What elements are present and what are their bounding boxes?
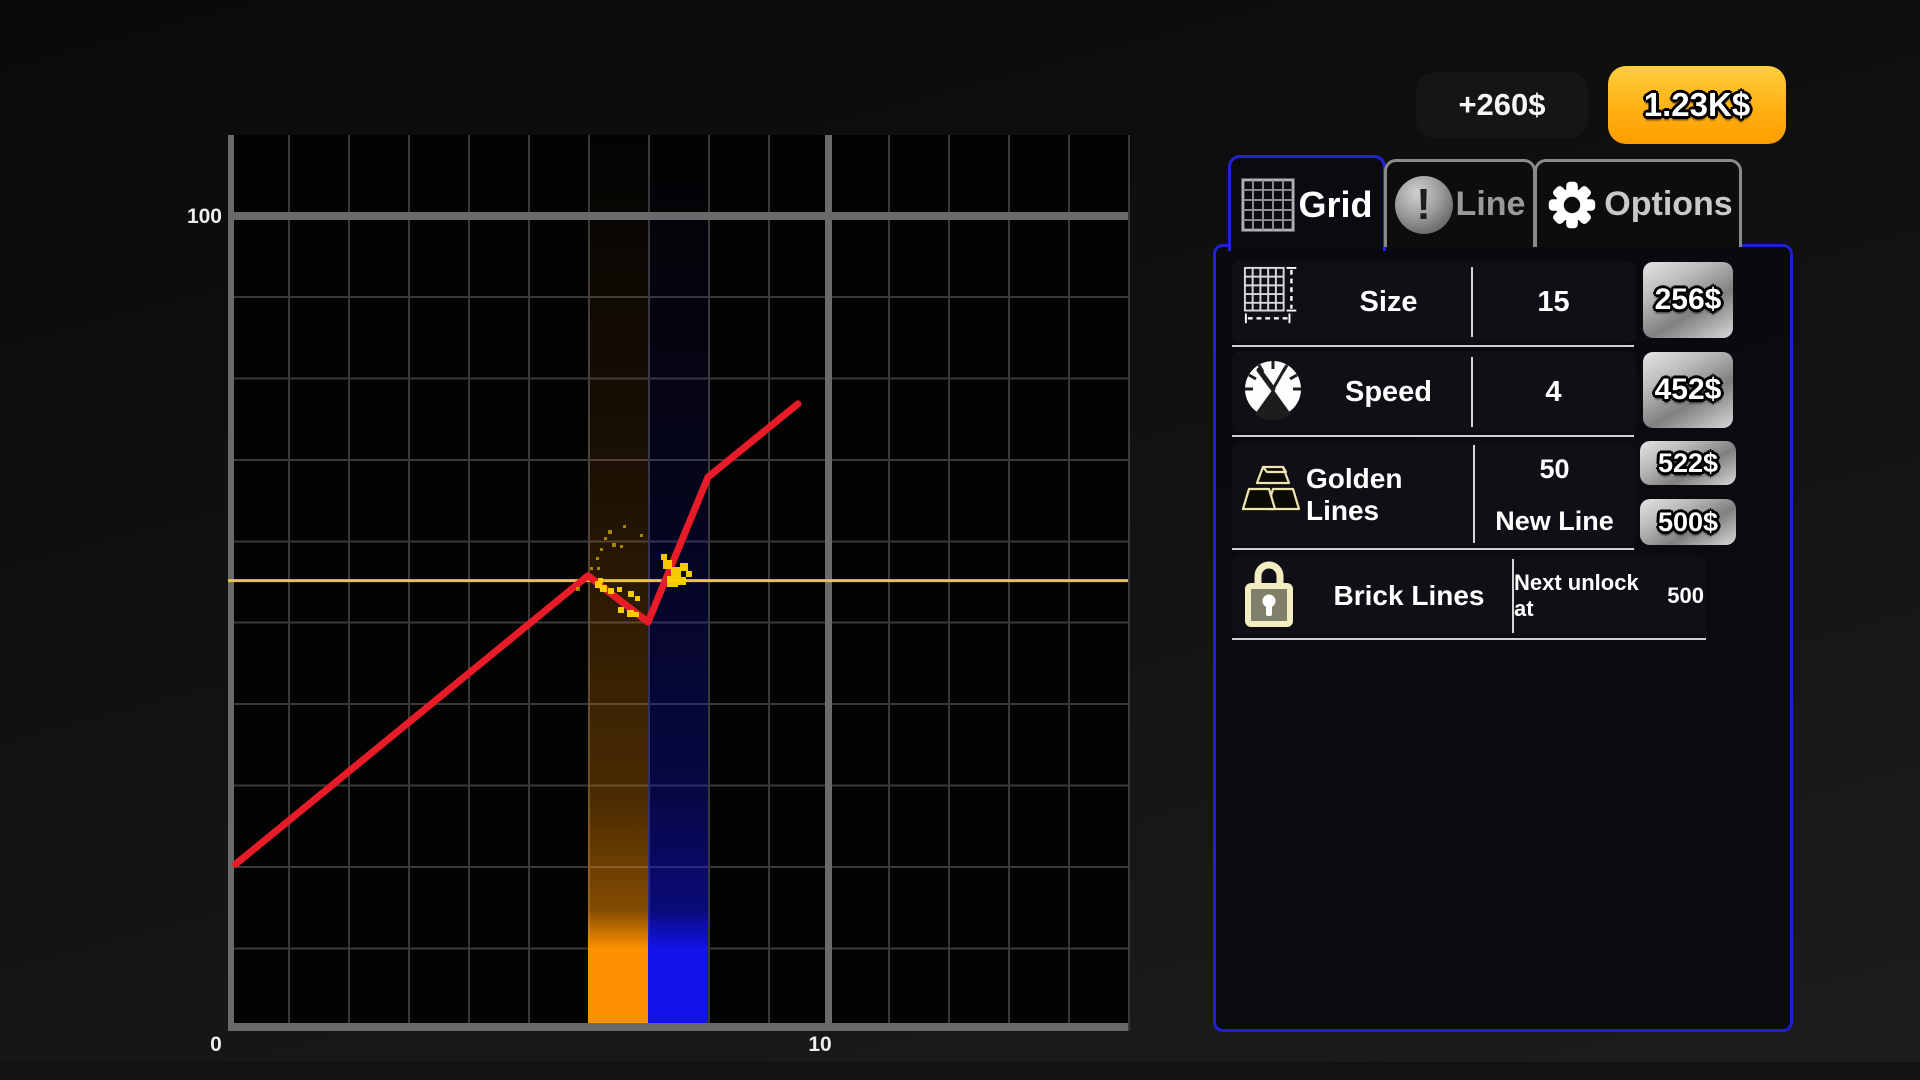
gold-pixel — [617, 587, 622, 592]
gold-pixel — [628, 591, 634, 597]
gold-pixel — [671, 567, 681, 577]
size-label: Size — [1306, 261, 1471, 343]
gold-pixel — [600, 585, 607, 592]
gold-pixel — [608, 530, 612, 534]
gold-pixel — [597, 567, 600, 570]
speedometer-icon — [1241, 356, 1305, 420]
gold-pixel — [600, 548, 603, 551]
golden-lines-buy-button[interactable]: 522$ — [1640, 441, 1736, 485]
gold-pixel — [596, 557, 599, 560]
size-value: 15 — [1473, 261, 1634, 343]
grid-icon — [1241, 178, 1295, 232]
gold-pixel — [627, 610, 634, 617]
gold-bars-icon — [1241, 463, 1305, 515]
gold-pixel — [686, 571, 692, 577]
tab-options[interactable]: Options — [1534, 159, 1742, 247]
golden-lines-count: 50 — [1475, 445, 1634, 493]
row-separator — [1232, 548, 1634, 550]
gold-pixel — [661, 554, 667, 560]
gold-pixel — [576, 587, 580, 591]
gold-pixel — [618, 607, 624, 613]
bottom-strip — [0, 1062, 1920, 1080]
brick-lines-label: Brick Lines — [1306, 556, 1512, 636]
unlock-value: 500 — [1667, 583, 1704, 609]
gold-pixel — [635, 596, 640, 601]
gold-pixel — [680, 563, 688, 571]
size-buy-price: 256$ — [1655, 283, 1722, 317]
game-screen: +260$ 1.23K$ Grid ! Line Options — [0, 0, 1920, 1080]
gold-pixel — [667, 576, 678, 587]
price-line — [236, 404, 798, 864]
speed-buy-button[interactable]: 452$ — [1643, 352, 1733, 428]
gold-pixel — [608, 588, 614, 594]
unlock-text: Next unlock at — [1514, 570, 1653, 622]
tab-grid-label: Grid — [1298, 184, 1372, 226]
golden-lines-label: Golden Lines — [1306, 443, 1473, 546]
lock-icon — [1241, 554, 1297, 630]
speed-label: Speed — [1306, 351, 1471, 433]
tab-grid[interactable]: Grid — [1228, 155, 1386, 251]
axis-tick-label: 100 — [187, 205, 222, 229]
row-separator — [1232, 638, 1706, 640]
gold-pixel — [590, 567, 593, 570]
axis-tick-label: 10 — [808, 1033, 831, 1057]
new-line-buy-button[interactable]: 500$ — [1640, 499, 1736, 545]
plot-layer — [228, 135, 1128, 1031]
income-button[interactable]: +260$ — [1416, 72, 1588, 138]
upgrade-panel: Size 15 256$ Speed 4 452$ — [1213, 244, 1793, 1032]
gold-pixel — [620, 545, 623, 548]
tab-line[interactable]: ! Line — [1384, 159, 1536, 247]
new-line-label: New Line — [1475, 497, 1634, 545]
gold-pixel — [640, 534, 643, 537]
gear-icon — [1543, 176, 1601, 234]
row-separator — [1232, 435, 1634, 437]
size-buy-button[interactable]: 256$ — [1643, 262, 1733, 338]
gold-pixel — [604, 537, 607, 540]
gold-pixel — [598, 578, 603, 583]
gold-pixel — [634, 612, 639, 617]
balance-label: 1.23K$ — [1644, 86, 1750, 124]
gold-pixel — [663, 560, 672, 569]
row-separator — [1232, 345, 1634, 347]
tab-options-label: Options — [1604, 185, 1732, 224]
exclamation-icon: ! — [1395, 176, 1453, 234]
gold-pixel — [678, 577, 686, 585]
gold-pixel — [612, 543, 616, 547]
new-line-buy-price: 500$ — [1658, 507, 1718, 538]
size-icon — [1242, 265, 1304, 327]
tab-line-label: Line — [1456, 185, 1526, 224]
speed-value: 4 — [1473, 351, 1634, 433]
brick-lines-status: Next unlock at 500 — [1514, 556, 1704, 636]
axis-tick-label: 0 — [210, 1033, 222, 1057]
graph-area[interactable] — [228, 135, 1130, 1031]
speed-buy-price: 452$ — [1655, 373, 1722, 407]
gold-pixel — [623, 525, 626, 528]
balance-button[interactable]: 1.23K$ — [1608, 66, 1786, 144]
golden-lines-buy-price: 522$ — [1658, 448, 1718, 479]
